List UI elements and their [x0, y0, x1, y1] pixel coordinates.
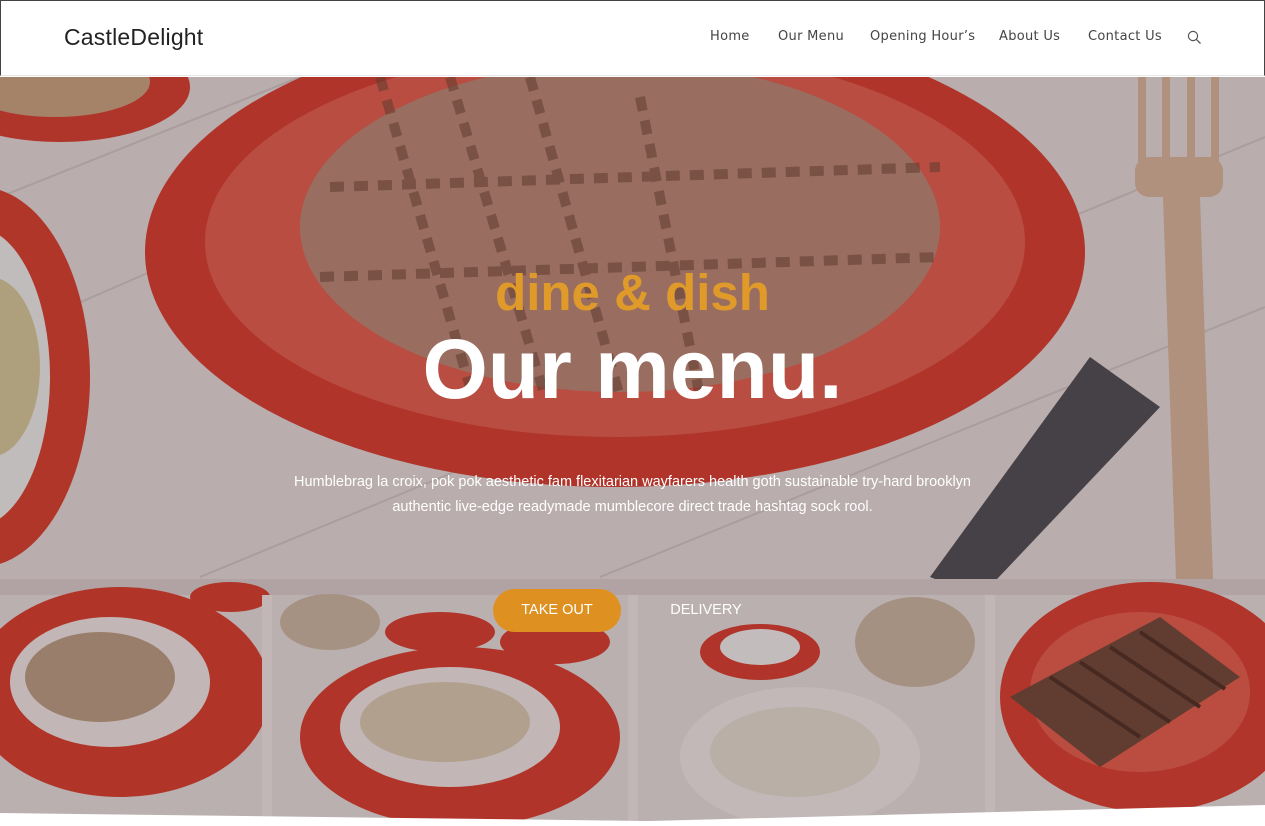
main-nav: Home Our Menu Opening Hour’s About Us Co… [1, 29, 1264, 49]
section-divider-wave [0, 805, 1265, 826]
nav-home[interactable]: Home [710, 29, 750, 44]
hero-overlay [0, 77, 1265, 826]
delivery-button[interactable]: DELIVERY [650, 589, 762, 632]
take-out-button[interactable]: TAKE OUT [493, 589, 621, 632]
hero-description: Humblebrag la croix, pok pok aesthetic f… [293, 474, 971, 515]
nav-contact-us[interactable]: Contact Us [1088, 29, 1162, 44]
nav-opening-hours[interactable]: Opening Hour’s [870, 29, 975, 44]
nav-our-menu[interactable]: Our Menu [778, 29, 844, 44]
hero-title: Our menu. [422, 322, 843, 416]
site-header: CastleDelight Home Our Menu Opening Hour… [0, 0, 1265, 76]
hero-tagline: dine & dish [495, 264, 770, 321]
search-icon[interactable] [1187, 30, 1203, 46]
hero-section: dine & dish Our menu. Humblebrag la croi… [0, 77, 1265, 826]
nav-about-us[interactable]: About Us [999, 29, 1060, 44]
